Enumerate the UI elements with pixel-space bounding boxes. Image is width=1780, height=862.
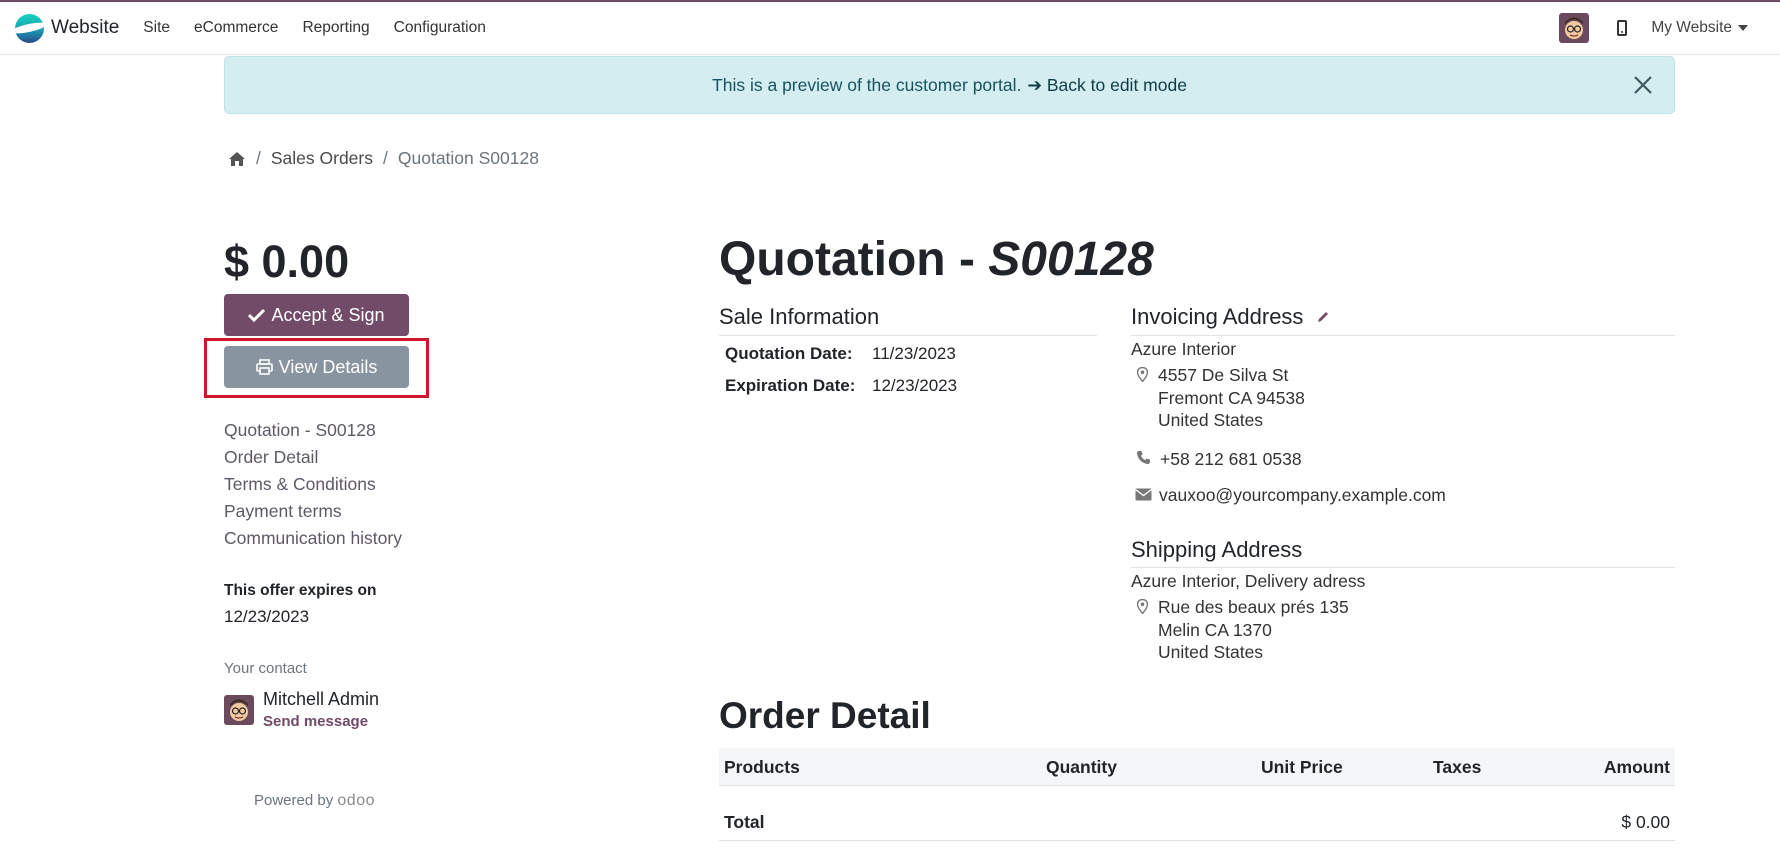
menu-item-reporting[interactable]: Reporting [302, 19, 369, 37]
shipping-name: Azure Interior, Delivery adress [1131, 571, 1366, 591]
mobile-preview-icon[interactable] [1617, 20, 1628, 36]
menu-item-ecommerce[interactable]: eCommerce [194, 19, 278, 37]
powered-by-label: Powered by [254, 792, 334, 809]
expires-label: This offer expires on [224, 582, 377, 599]
menu-item-configuration[interactable]: Configuration [394, 19, 486, 37]
sale-info-heading: Sale Information [719, 304, 880, 329]
main-menu: Site eCommerce Reporting Configuration [131, 19, 498, 37]
breadcrumb-sales-orders[interactable]: Sales Orders [271, 148, 373, 169]
contact-name: Mitchell Admin [263, 689, 380, 709]
breadcrumb-separator: / [256, 148, 261, 168]
accept-sign-label: Accept & Sign [271, 304, 385, 325]
invoicing-street: 4557 De Silva St [1158, 365, 1289, 385]
page-title-ref: S00128 [988, 233, 1154, 286]
accept-sign-button[interactable]: Accept & Sign [224, 294, 409, 336]
shipping-address-block: Rue des beaux prés 135 Melin CA 1370 Uni… [1158, 596, 1349, 664]
brand[interactable]: Website [15, 13, 120, 43]
contact-avatar [224, 695, 254, 725]
sidebar-nav-quotation[interactable]: Quotation - S00128 [224, 417, 402, 444]
table-total-row: Total $ 0.00 [719, 786, 1675, 841]
sidebar-nav: Quotation - S00128 Order Detail Terms & … [224, 417, 402, 552]
home-icon[interactable] [228, 151, 246, 167]
invoicing-city: Fremont CA 94538 [1158, 387, 1305, 408]
column-quantity: Quantity [1046, 757, 1117, 777]
powered-by: Powered by odoo [254, 792, 375, 810]
phone-icon [1137, 451, 1150, 464]
edit-pencil-icon[interactable] [1316, 310, 1330, 324]
shipping-street: Rue des beaux prés 135 [1158, 597, 1349, 617]
quotation-date-value: 11/23/2023 [872, 344, 956, 363]
total-value: $ 0.00 [1621, 812, 1670, 832]
breadcrumb-current: Quotation S00128 [397, 148, 539, 168]
website-switcher[interactable]: My Website [1651, 19, 1748, 37]
total-label: Total [724, 812, 765, 832]
envelope-icon [1135, 488, 1152, 501]
caret-down-icon [1738, 25, 1748, 31]
user-avatar[interactable] [1559, 13, 1590, 43]
send-message-link[interactable]: Send message [263, 713, 368, 730]
odoo-logo[interactable]: odoo [337, 792, 375, 809]
column-unit-price: Unit Price [1261, 757, 1343, 777]
map-marker-icon [1137, 367, 1148, 382]
expiration-date-value: 12/23/2023 [872, 376, 958, 395]
column-products: Products [724, 757, 800, 777]
sidebar-nav-payment-terms[interactable]: Payment terms [224, 498, 402, 525]
alert-text: This is a preview of the customer portal… [712, 74, 1022, 95]
map-marker-icon [1137, 599, 1148, 614]
invoicing-email: vauxoo@yourcompany.example.com [1159, 485, 1446, 505]
menu-item-site[interactable]: Site [143, 19, 170, 37]
shipping-country: United States [1158, 642, 1264, 662]
column-amount: Amount [1603, 757, 1670, 777]
close-icon[interactable] [1632, 74, 1654, 96]
expiration-date-label: Expiration Date: [725, 376, 856, 395]
invoicing-phone: +58 212 681 0538 [1160, 449, 1302, 469]
brand-name: Website [51, 17, 120, 38]
print-icon [255, 359, 273, 375]
top-navbar: Website Site eCommerce Reporting Configu… [0, 0, 1780, 55]
navbar-right: My Website [1559, 13, 1748, 43]
divider [719, 335, 1097, 336]
divider [1131, 567, 1675, 568]
invoicing-address-block: 4557 De Silva St Fremont CA 94538 United… [1158, 364, 1305, 432]
breadcrumb: / Sales Orders / Quotation S00128 [228, 148, 539, 169]
invoicing-address-title: Invoicing Address [1131, 304, 1304, 329]
portal-preview-alert: This is a preview of the customer portal… [224, 56, 1675, 114]
contact-label: Your contact [224, 660, 307, 677]
website-logo-icon [15, 13, 44, 43]
order-detail-heading: Order Detail [719, 695, 931, 736]
view-details-label: View Details [278, 356, 378, 377]
divider [1131, 335, 1675, 336]
invoicing-name: Azure Interior [1131, 339, 1237, 359]
table-header: Products Quantity Unit Price Taxes Amoun… [719, 748, 1675, 786]
shipping-city: Melin CA 1370 [1158, 619, 1272, 640]
shipping-address-heading: Shipping Address [1131, 537, 1303, 562]
column-taxes: Taxes [1433, 757, 1482, 777]
page-title: Quotation - S00128 [719, 232, 1154, 287]
invoicing-address-heading: Invoicing Address [1131, 304, 1330, 330]
quotation-total-price: $ 0.00 [224, 236, 350, 287]
quotation-date-row: Quotation Date: 11/23/2023 [725, 344, 956, 364]
quotation-date-label: Quotation Date: [725, 344, 853, 363]
expires-date: 12/23/2023 [224, 607, 310, 626]
back-to-edit-link[interactable]: ➔ Back to edit mode [1027, 75, 1187, 96]
sidebar-nav-communication[interactable]: Communication history [224, 525, 402, 552]
invoicing-country: United States [1158, 410, 1264, 430]
sidebar-nav-order-detail[interactable]: Order Detail [224, 444, 402, 471]
view-details-button[interactable]: View Details [224, 346, 409, 388]
check-icon [248, 308, 266, 322]
order-lines-table: Products Quantity Unit Price Taxes Amoun… [719, 748, 1675, 841]
breadcrumb-separator: / [383, 148, 388, 168]
website-switcher-label: My Website [1651, 19, 1732, 36]
sidebar-nav-terms[interactable]: Terms & Conditions [224, 471, 402, 498]
expiration-date-row: Expiration Date: 12/23/2023 [725, 376, 957, 396]
page-title-prefix: Quotation - [719, 233, 989, 286]
